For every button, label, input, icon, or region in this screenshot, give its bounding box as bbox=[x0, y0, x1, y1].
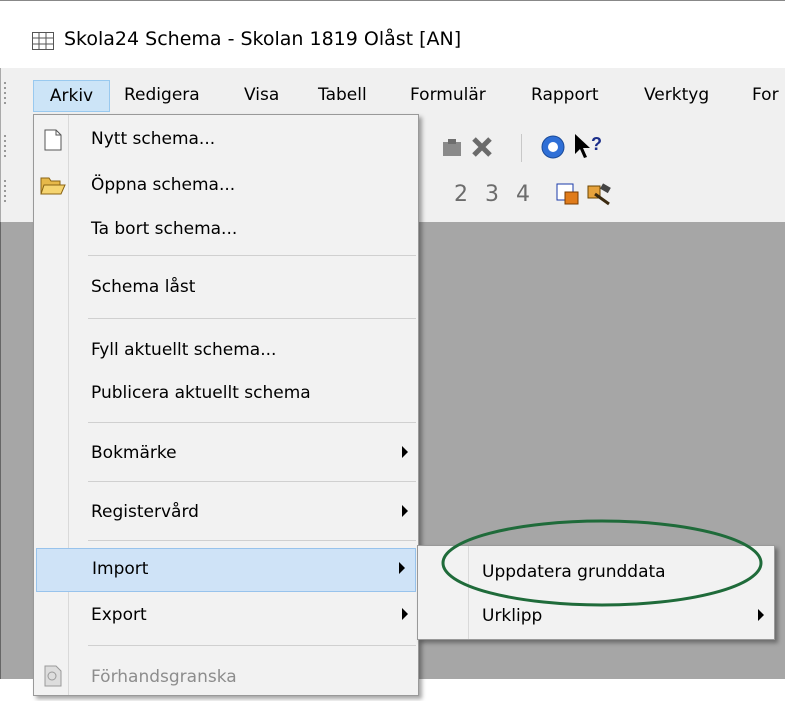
menu-arkiv[interactable]: Arkiv bbox=[33, 80, 110, 112]
menu-item-label: Bokmärke bbox=[91, 443, 177, 463]
menu-item-registervard[interactable]: Registervård bbox=[34, 492, 418, 536]
open-folder-icon bbox=[40, 177, 66, 195]
menu-item-forhandsgranska[interactable]: Förhandsgranska bbox=[34, 657, 418, 701]
menu-item-label: Import bbox=[92, 559, 149, 579]
delete-icon[interactable] bbox=[470, 135, 494, 159]
svg-text:?: ? bbox=[591, 134, 602, 154]
menu-item-bokmarke[interactable]: Bokmärke bbox=[34, 433, 418, 477]
menu-item-oppna-schema[interactable]: Öppna schema... bbox=[34, 165, 418, 209]
menu-fonster[interactable]: For bbox=[752, 80, 779, 110]
menu-item-ta-bort-schema[interactable]: Ta bort schema... bbox=[34, 209, 418, 253]
menu-item-label: Förhandsgranska bbox=[91, 667, 237, 687]
menu-separator bbox=[88, 255, 416, 256]
menu-formular[interactable]: Formulär bbox=[410, 80, 486, 110]
menu-item-fyll-aktuellt-schema[interactable]: Fyll aktuellt schema... bbox=[34, 330, 418, 374]
submenu-arrow-icon bbox=[399, 562, 405, 574]
menu-visa[interactable]: Visa bbox=[244, 80, 279, 110]
new-document-icon bbox=[44, 129, 62, 151]
menu-item-nytt-schema[interactable]: Nytt schema... bbox=[34, 119, 418, 163]
menu-separator bbox=[88, 318, 416, 319]
print-preview-icon bbox=[44, 665, 62, 687]
menu-item-label: Publicera aktuellt schema bbox=[91, 383, 311, 403]
window-title: Skola24 Schema - Skolan 1819 Olåst [AN] bbox=[64, 28, 462, 50]
menu-separator bbox=[88, 540, 416, 541]
menu-redigera[interactable]: Redigera bbox=[124, 80, 200, 110]
toolbar-number-3[interactable]: 3 bbox=[485, 182, 500, 207]
menu-item-export[interactable]: Export bbox=[34, 595, 418, 639]
schedule-icon[interactable] bbox=[555, 182, 581, 206]
menu-rapport[interactable]: Rapport bbox=[531, 80, 599, 110]
toolbar-grip-2[interactable] bbox=[4, 180, 8, 205]
toolbar-separator bbox=[521, 134, 522, 162]
menu-item-label: Export bbox=[91, 605, 147, 625]
menu-item-import[interactable]: Import bbox=[36, 548, 416, 592]
toolbar-grip-1[interactable] bbox=[4, 135, 8, 160]
menu-item-schema-last[interactable]: Schema låst bbox=[34, 267, 418, 311]
menubar-grip[interactable] bbox=[4, 82, 8, 107]
menu-verktyg[interactable]: Verktyg bbox=[644, 80, 709, 110]
submenu-arrow-icon bbox=[758, 609, 764, 621]
help-icon[interactable] bbox=[540, 134, 566, 160]
context-help-icon[interactable]: ? bbox=[572, 132, 608, 160]
menu-tabell[interactable]: Tabell bbox=[318, 80, 367, 110]
submenu-arrow-icon bbox=[402, 446, 408, 458]
menu-item-label: Nytt schema... bbox=[91, 129, 216, 149]
menu-item-label: Ta bort schema... bbox=[91, 219, 238, 239]
annotation-ellipse bbox=[441, 519, 763, 607]
arkiv-menu: Nytt schema... Öppna schema... Ta bort s… bbox=[33, 114, 419, 696]
menu-item-label: Schema låst bbox=[91, 277, 196, 297]
clipboard-icon[interactable] bbox=[440, 135, 464, 159]
menu-separator bbox=[88, 422, 416, 423]
menu-separator bbox=[88, 481, 416, 482]
menu-item-publicera-aktuellt-schema[interactable]: Publicera aktuellt schema bbox=[34, 373, 418, 417]
menu-item-label: Fyll aktuellt schema... bbox=[91, 340, 277, 360]
menu-separator bbox=[88, 645, 416, 646]
app-grid-icon bbox=[32, 32, 54, 50]
toolbar-number-2[interactable]: 2 bbox=[454, 182, 469, 207]
menu-item-label: Öppna schema... bbox=[91, 175, 236, 195]
toolbar-number-4[interactable]: 4 bbox=[516, 182, 531, 207]
menu-item-label: Registervård bbox=[91, 502, 199, 522]
submenu-arrow-icon bbox=[402, 505, 408, 517]
toolbar-number-buttons[interactable]: 2 3 4 bbox=[454, 182, 531, 207]
submenu-arrow-icon bbox=[402, 608, 408, 620]
hammer-icon[interactable] bbox=[585, 182, 613, 208]
